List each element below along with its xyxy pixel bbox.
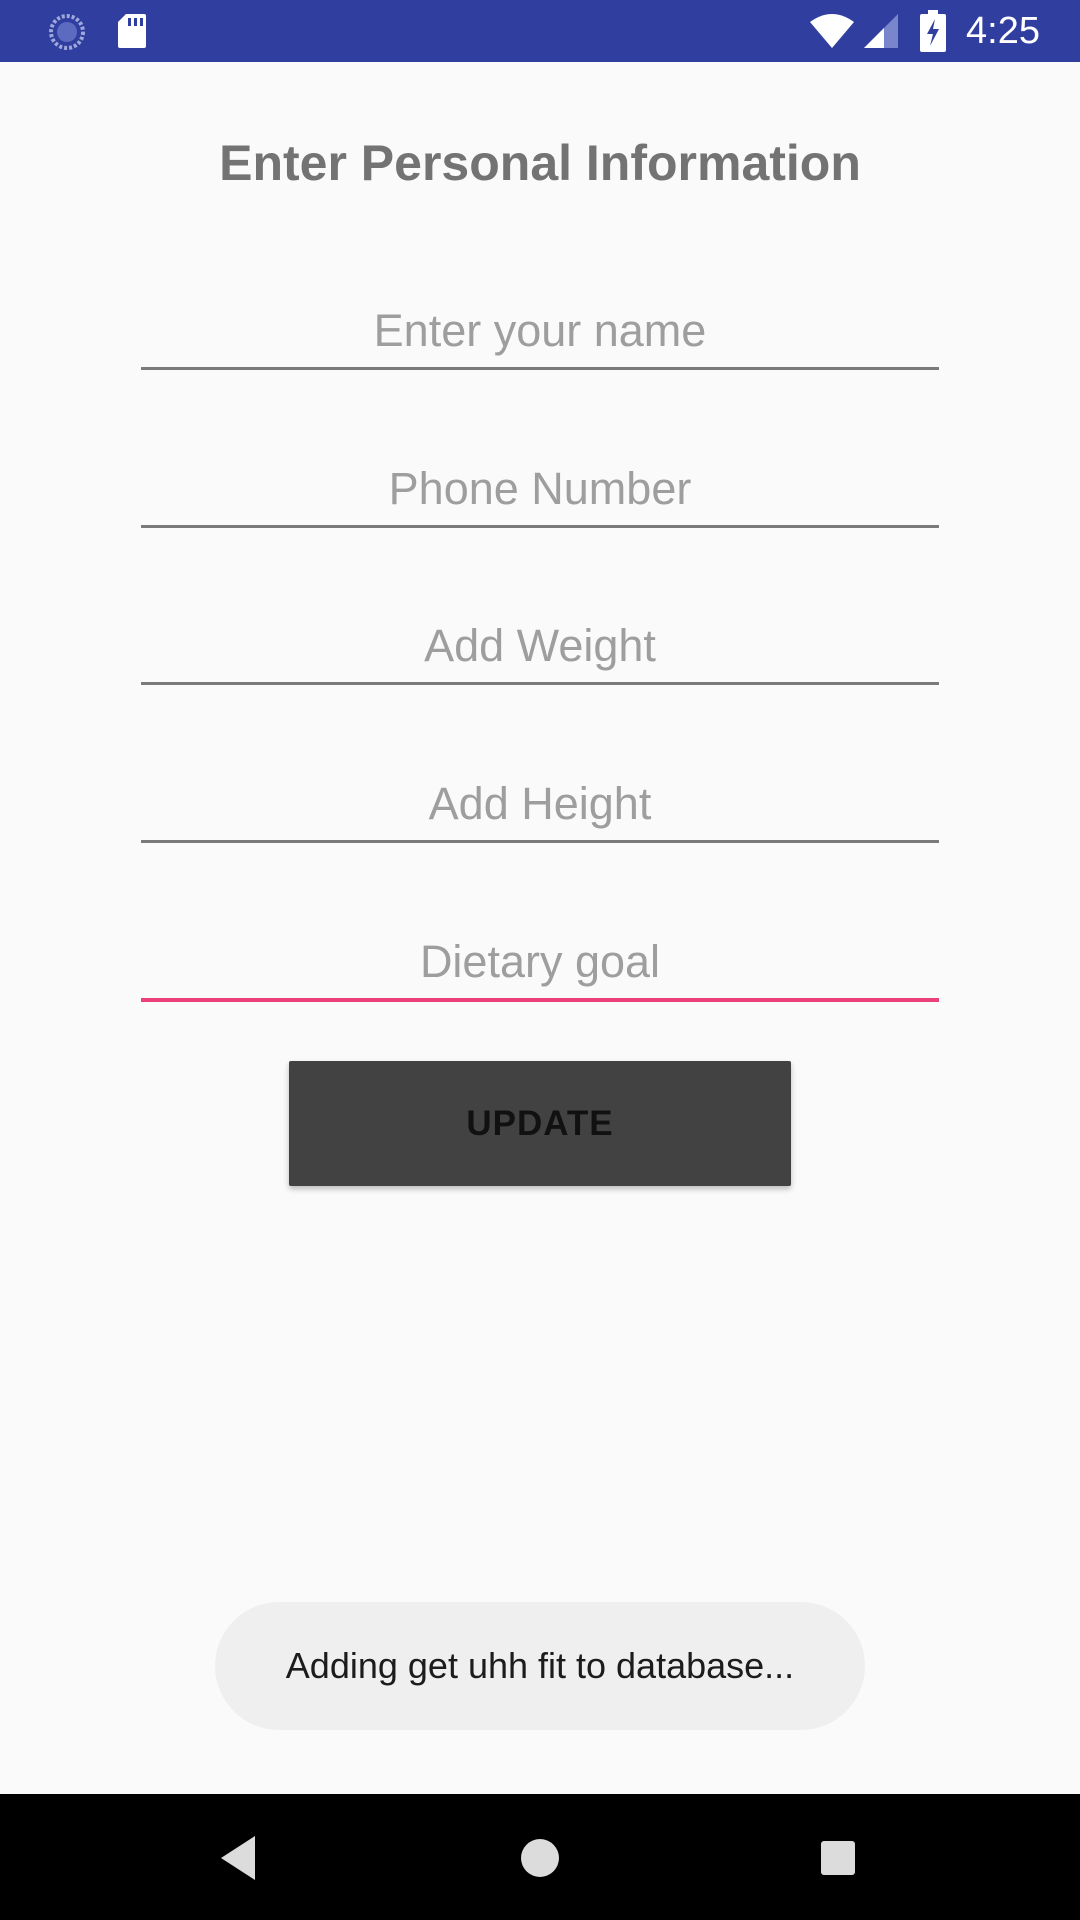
dietary-goal-placeholder: Dietary goal xyxy=(419,936,661,987)
navigation-bar xyxy=(0,1794,1080,1920)
toast: Adding get uhh fit to database... xyxy=(215,1602,865,1730)
status-time: 4:25 xyxy=(966,10,1040,52)
update-button[interactable]: UPDATE xyxy=(289,1061,791,1186)
name-placeholder: Enter your name xyxy=(373,305,707,356)
recents-icon[interactable] xyxy=(810,1830,866,1886)
update-button-label: UPDATE xyxy=(466,1104,614,1143)
back-icon[interactable] xyxy=(213,1830,269,1886)
height-field[interactable]: Add Height xyxy=(141,760,939,843)
loading-icon xyxy=(49,14,85,50)
screen: 4:25 Enter Personal Information Enter yo… xyxy=(0,0,1080,1920)
phone-number-field[interactable]: Phone Number xyxy=(141,445,939,528)
status-bar: 4:25 xyxy=(0,0,1080,62)
signal-icon xyxy=(864,14,898,48)
battery-charging-icon xyxy=(920,10,946,52)
home-icon[interactable] xyxy=(512,1830,568,1886)
page-title: Enter Personal Information xyxy=(219,135,861,191)
weight-field[interactable]: Add Weight xyxy=(141,602,939,685)
weight-placeholder: Add Weight xyxy=(424,620,656,671)
wifi-icon xyxy=(810,14,854,48)
name-field[interactable]: Enter your name xyxy=(141,287,939,370)
toast-message: Adding get uhh fit to database... xyxy=(285,1645,795,1686)
sd-card-icon xyxy=(118,14,146,48)
dietary-goal-field[interactable]: Dietary goal xyxy=(141,918,939,1002)
height-placeholder: Add Height xyxy=(428,778,652,829)
phone-number-placeholder: Phone Number xyxy=(388,463,692,514)
